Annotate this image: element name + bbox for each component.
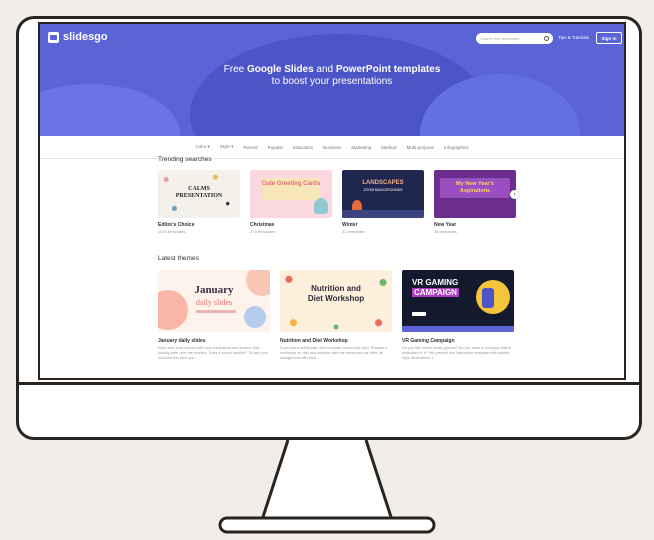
nav-item[interactable]: Recent [243,145,257,150]
logo-text: slidesgo [63,31,108,43]
theme-card-title[interactable]: January daily slides [158,338,206,344]
carousel-next-button[interactable]: › [510,190,519,199]
theme-card-title[interactable]: VR Gaming Campaign [402,338,455,344]
trending-thumb-newyear[interactable]: My New Year's Aspirations [434,170,516,218]
trending-thumb-christmas[interactable]: Cute Greeting Cards [250,170,332,218]
nav-item[interactable]: Medical [381,145,397,150]
latest-themes-title: Latest themes [158,255,199,262]
trending-thumb-editors[interactable]: CALMS PRESENTATION [158,170,240,218]
chevron-right-icon: › [513,191,516,198]
nav-item[interactable]: Education [293,145,313,150]
hero-headline: Free Google Slides and PowerPoint templa… [223,64,441,87]
logo-icon [48,31,59,43]
trending-card-count: 273 templates [250,229,276,234]
nav-item[interactable]: Popular [268,145,284,150]
theme-thumb-nutrition[interactable]: Nutrition and Diet Workshop [280,270,392,332]
trending-card-title[interactable]: New Year [434,222,456,228]
nav-item[interactable]: Color ▾ [196,144,210,150]
theme-card-description: If you are a nutritionist, this template… [280,346,388,361]
trending-card-title[interactable]: Winter [342,222,358,228]
theme-card-title[interactable]: Nutrition and Diet Workshop [280,338,348,344]
theme-thumb-vr-gaming[interactable]: VR GAMING CAMPAIGN [402,270,514,332]
nav-item[interactable]: Marketing [351,145,371,150]
trending-thumb-winter[interactable]: LANDSCAPES ZOOM BACKGROUNDS [342,170,424,218]
tips-tutorials-link[interactable]: Tips & Tutorials [558,35,589,40]
trending-card-count: 31 templates [342,229,365,234]
nav-item[interactable]: Style ▾ [220,144,234,150]
theme-card-description: Each new year comes with new resolutions… [158,346,268,361]
sign-in-button[interactable]: Sign In [596,32,622,44]
browser-screen: slidesgo Search free templates Tips & Tu… [38,22,626,380]
trending-card-title[interactable]: Editor's Choice [158,222,194,228]
search-placeholder: Search free templates [480,36,520,41]
hero-banner: slidesgo Search free templates Tips & Tu… [40,24,624,136]
trending-card-count: 1653 templates [158,229,186,234]
search-input[interactable]: Search free templates [476,33,553,44]
nav-item[interactable]: Business [323,145,341,150]
theme-thumb-january[interactable]: January daily slides [158,270,270,332]
category-nav: Color ▾ Style ▾ Recent Popular Education Busi… [40,136,624,159]
trending-title: Trending searches [158,156,212,163]
theme-card-description: Do you like virtual reality games? Do yo… [402,346,511,361]
search-icon[interactable] [544,36,549,41]
nav-item[interactable]: Multi-purpose [407,145,434,150]
trending-card-title[interactable]: Christmas [250,222,274,228]
nav-item[interactable]: Infographics [444,145,469,150]
trending-card-count: 18 templates [434,229,457,234]
slidesgo-logo[interactable]: slidesgo [48,31,108,43]
